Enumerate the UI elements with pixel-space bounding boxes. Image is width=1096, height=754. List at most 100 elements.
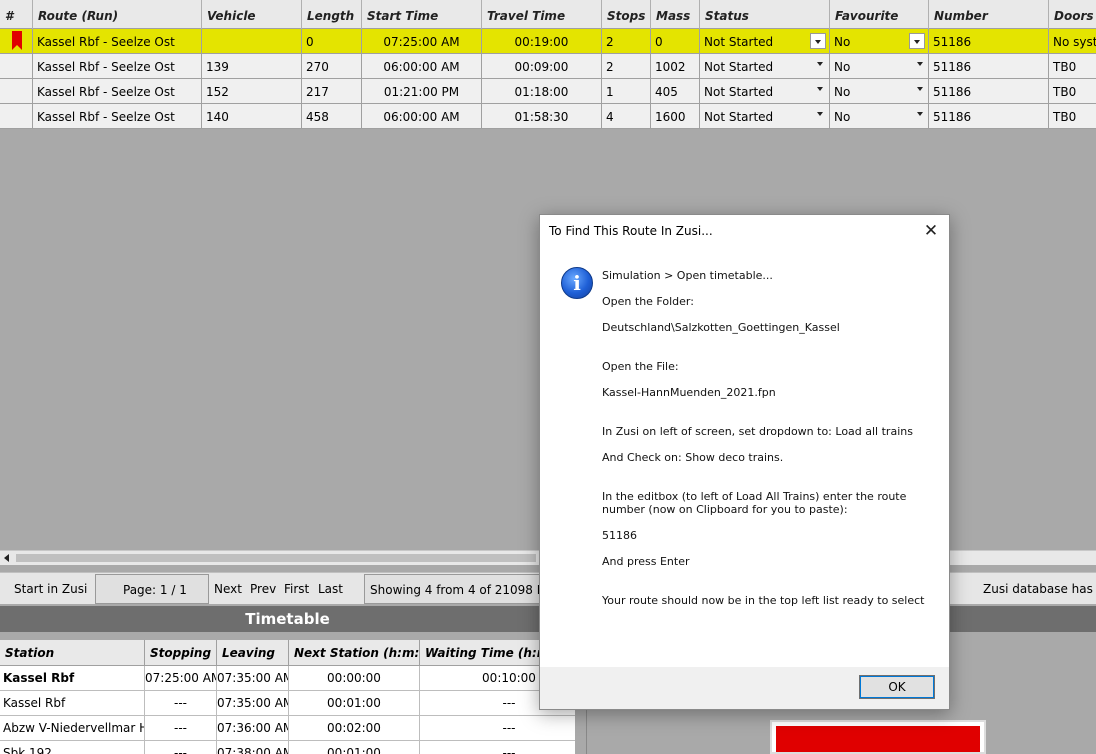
timetable-row[interactable]: Kassel Rbf --- 07:35:00 AM 00:01:00 --- <box>0 691 575 716</box>
dialog-text-line: Deutschland\Salzkotten_Goettingen_Kassel <box>602 321 840 334</box>
doors-cell[interactable]: No syste <box>1049 29 1096 53</box>
stops-cell[interactable]: 2 <box>602 29 651 53</box>
tt-stopping: 07:25:00 AM <box>145 666 217 691</box>
favourite-dropdown[interactable]: No <box>830 104 929 128</box>
col-header-doors[interactable]: Doors <box>1049 0 1096 29</box>
col-header-vehicle[interactable]: Vehicle <box>202 0 302 29</box>
number-cell[interactable]: 51186 <box>929 29 1049 53</box>
row-index-cell <box>0 54 33 78</box>
vehicle-cell[interactable]: 152 <box>202 79 302 103</box>
route-cell[interactable]: Kassel Rbf - Seelze Ost <box>33 29 202 53</box>
doors-cell[interactable]: TB0 <box>1049 104 1096 128</box>
scroll-left-icon[interactable] <box>0 551 14 565</box>
favourite-dropdown[interactable]: No <box>830 54 929 78</box>
col-header-status[interactable]: Status <box>700 0 830 29</box>
tt-next-station: 00:01:00 <box>289 741 420 754</box>
tt-col-station[interactable]: Station <box>0 640 145 666</box>
scrollbar-thumb[interactable] <box>16 554 536 562</box>
travel-time-cell[interactable]: 00:19:00 <box>482 29 602 53</box>
favourite-dropdown[interactable]: No <box>830 29 929 53</box>
travel-time-cell[interactable]: 01:18:00 <box>482 79 602 103</box>
tt-station: Kassel Rbf <box>0 691 145 716</box>
length-cell[interactable]: 270 <box>302 54 362 78</box>
stops-cell[interactable]: 4 <box>602 104 651 128</box>
length-cell[interactable]: 458 <box>302 104 362 128</box>
stops-cell[interactable]: 2 <box>602 54 651 78</box>
chevron-down-icon[interactable] <box>917 112 923 116</box>
start-time-cell[interactable]: 01:21:00 PM <box>362 79 482 103</box>
timetable-row[interactable]: Abzw V-Niedervellmar Hp --- 07:36:00 AM … <box>0 716 575 741</box>
table-row[interactable]: Kassel Rbf - Seelze Ost 0 07:25:00 AM 00… <box>0 29 1096 54</box>
col-header-stops[interactable]: Stops <box>602 0 651 29</box>
table-row[interactable]: Kassel Rbf - Seelze Ost 139 270 06:00:00… <box>0 54 1096 79</box>
chevron-down-icon[interactable] <box>909 33 925 49</box>
table-row[interactable]: Kassel Rbf - Seelze Ost 152 217 01:21:00… <box>0 79 1096 104</box>
ok-button[interactable]: OK <box>859 675 935 699</box>
mass-cell[interactable]: 0 <box>651 29 700 53</box>
database-status: Zusi database has bee <box>983 582 1096 596</box>
page-indicator: Page: 1 / 1 <box>123 583 187 597</box>
grid-header: # Route (Run) Vehicle Length Start Time … <box>0 0 1096 29</box>
col-header-favourite[interactable]: Favourite <box>830 0 929 29</box>
number-cell[interactable]: 51186 <box>929 79 1049 103</box>
mass-cell[interactable]: 1002 <box>651 54 700 78</box>
chevron-down-icon[interactable] <box>817 87 823 91</box>
length-cell[interactable]: 0 <box>302 29 362 53</box>
status-dropdown[interactable]: Not Started <box>700 54 830 78</box>
doors-cell[interactable]: TB0 <box>1049 79 1096 103</box>
tt-leaving: 07:38:00 AM <box>217 741 289 754</box>
tt-stopping: --- <box>145 741 217 754</box>
start-in-zusi-button[interactable]: Start in Zusi <box>14 582 87 596</box>
chevron-down-icon[interactable] <box>917 62 923 66</box>
col-header-index[interactable]: # <box>0 0 33 29</box>
number-cell[interactable]: 51186 <box>929 104 1049 128</box>
route-cell[interactable]: Kassel Rbf - Seelze Ost <box>33 79 202 103</box>
col-header-start-time[interactable]: Start Time <box>362 0 482 29</box>
col-header-route[interactable]: Route (Run) <box>33 0 202 29</box>
chevron-down-icon[interactable] <box>817 112 823 116</box>
timetable-row[interactable]: Kassel Rbf 07:25:00 AM 07:35:00 AM 00:00… <box>0 666 575 691</box>
first-button[interactable]: First <box>284 582 309 596</box>
length-cell[interactable]: 217 <box>302 79 362 103</box>
col-header-number[interactable]: Number <box>929 0 1049 29</box>
timetable-row[interactable]: Sbk 192 --- 07:38:00 AM 00:01:00 --- <box>0 741 575 754</box>
travel-time-cell[interactable]: 01:58:30 <box>482 104 602 128</box>
route-cell[interactable]: Kassel Rbf - Seelze Ost <box>33 104 202 128</box>
chevron-down-icon[interactable] <box>817 62 823 66</box>
start-time-cell[interactable]: 06:00:00 AM <box>362 104 482 128</box>
next-button[interactable]: Next <box>214 582 242 596</box>
favourite-value: No <box>834 110 851 124</box>
tt-col-stopping[interactable]: Stopping <box>145 640 217 666</box>
mass-cell[interactable]: 405 <box>651 79 700 103</box>
start-time-cell[interactable]: 06:00:00 AM <box>362 54 482 78</box>
vehicle-cell[interactable]: 139 <box>202 54 302 78</box>
tt-leaving: 07:35:00 AM <box>217 666 289 691</box>
col-header-length[interactable]: Length <box>302 0 362 29</box>
mass-cell[interactable]: 1600 <box>651 104 700 128</box>
number-cell[interactable]: 51186 <box>929 54 1049 78</box>
chevron-down-icon[interactable] <box>810 33 826 49</box>
table-row[interactable]: Kassel Rbf - Seelze Ost 140 458 06:00:00… <box>0 104 1096 129</box>
vehicle-cell[interactable]: 140 <box>202 104 302 128</box>
col-header-mass[interactable]: Mass <box>651 0 700 29</box>
last-button[interactable]: Last <box>318 582 343 596</box>
favourite-dropdown[interactable]: No <box>830 79 929 103</box>
status-value: Not Started <box>704 85 774 99</box>
col-header-travel-time[interactable]: Travel Time <box>482 0 602 29</box>
doors-cell[interactable]: TB0 <box>1049 54 1096 78</box>
tt-leaving: 07:36:00 AM <box>217 716 289 741</box>
route-cell[interactable]: Kassel Rbf - Seelze Ost <box>33 54 202 78</box>
tt-col-leaving[interactable]: Leaving <box>217 640 289 666</box>
stops-cell[interactable]: 1 <box>602 79 651 103</box>
status-dropdown[interactable]: Not Started <box>700 29 830 53</box>
close-icon[interactable]: ✕ <box>921 221 941 241</box>
tt-col-next-station[interactable]: Next Station (h:m:s) <box>289 640 420 666</box>
travel-time-cell[interactable]: 00:09:00 <box>482 54 602 78</box>
chevron-down-icon[interactable] <box>917 87 923 91</box>
prev-button[interactable]: Prev <box>250 582 276 596</box>
vehicle-cell[interactable] <box>202 29 302 53</box>
status-dropdown[interactable]: Not Started <box>700 104 830 128</box>
start-time-cell[interactable]: 07:25:00 AM <box>362 29 482 53</box>
dialog-route-number: 51186 <box>602 529 637 542</box>
status-dropdown[interactable]: Not Started <box>700 79 830 103</box>
